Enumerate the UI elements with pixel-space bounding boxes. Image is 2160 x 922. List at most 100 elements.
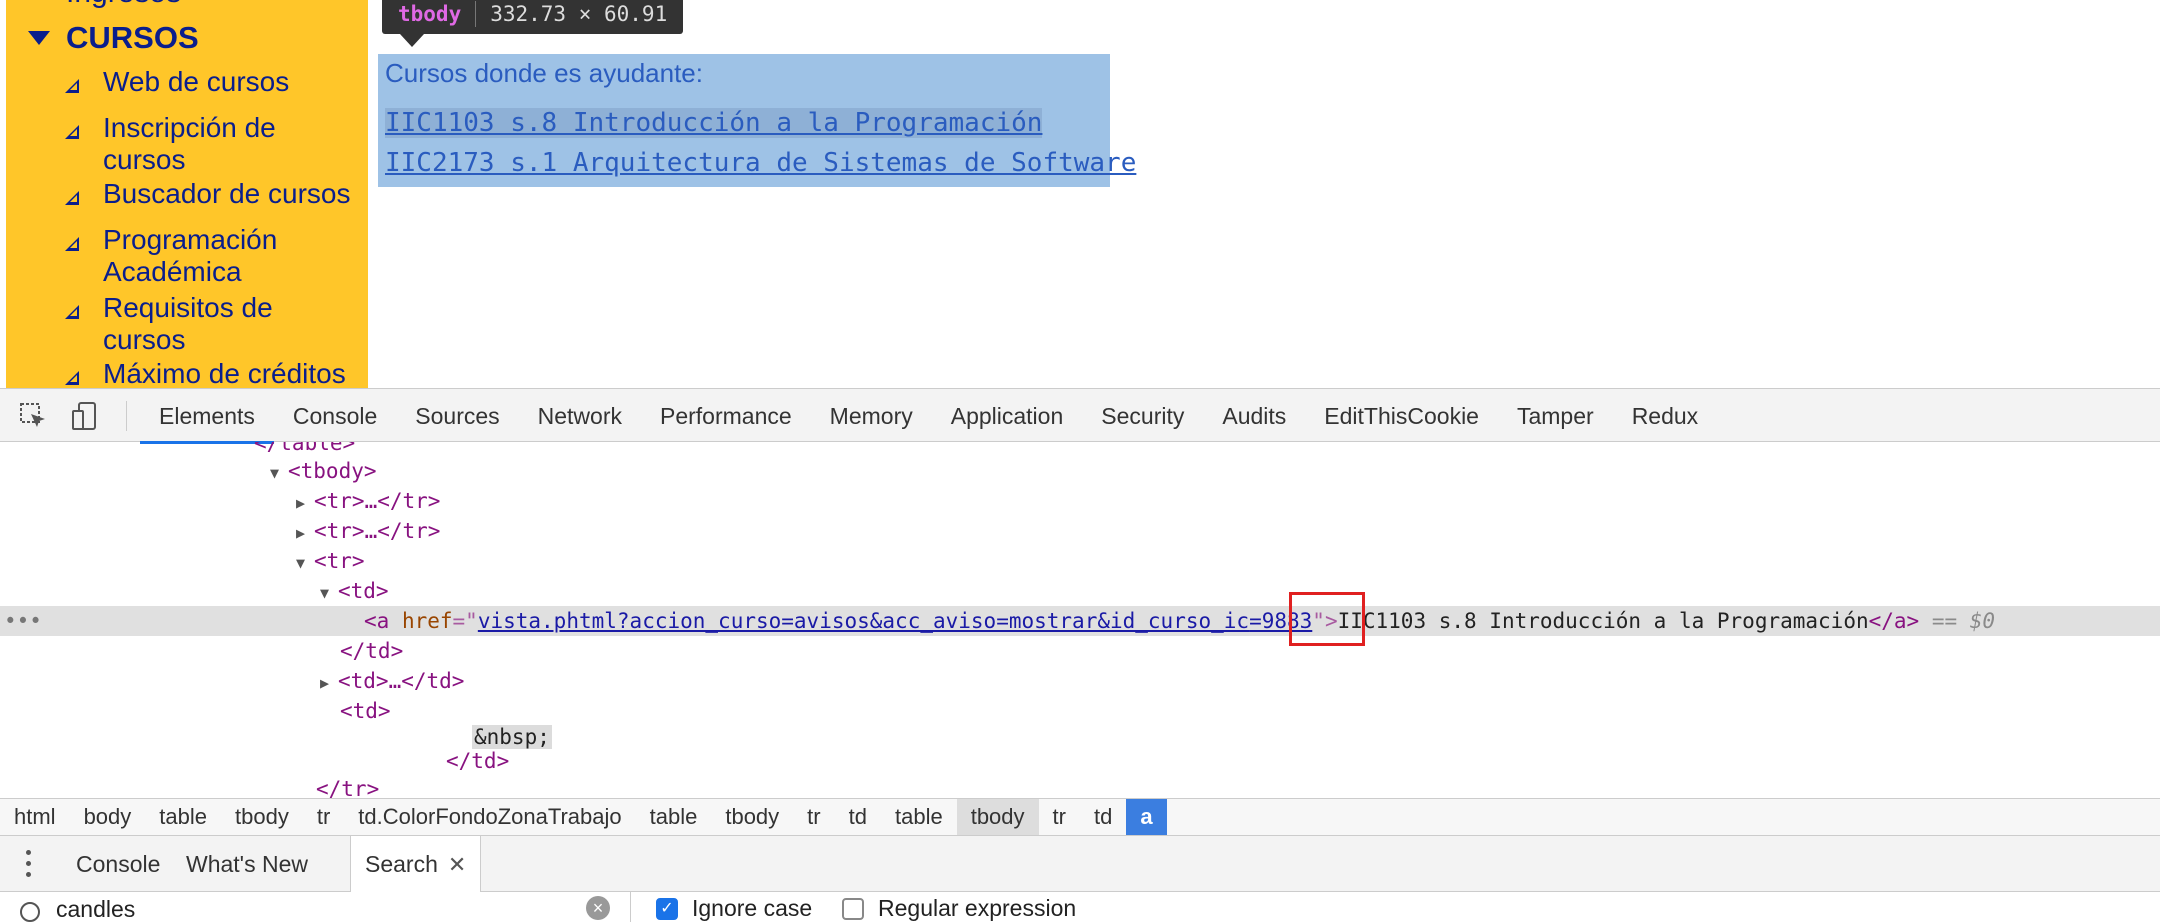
annotation-highlight-box [1289, 592, 1365, 646]
dom-node-td-close[interactable]: </td> [340, 636, 403, 666]
breadcrumb-item-current[interactable]: a [1126, 799, 1167, 835]
dom-node-tr-close[interactable]: </tr> [316, 774, 379, 798]
sidebar-item-label: Web de cursos [103, 66, 290, 97]
breadcrumb-item[interactable]: body [70, 799, 146, 835]
dom-node-tr[interactable]: ▼ <tr> [296, 546, 365, 576]
tab-editthiscookie[interactable]: EditThisCookie [1305, 389, 1498, 443]
breadcrumb-item[interactable]: td [1080, 799, 1126, 835]
close-icon[interactable]: ✕ [448, 852, 466, 877]
breadcrumb-item[interactable]: tr [303, 799, 344, 835]
drawer-tab-console[interactable]: Console [76, 836, 160, 892]
tab-console[interactable]: Console [274, 389, 396, 443]
dom-node-tr[interactable]: ▶ <tr>…</tr> [296, 486, 440, 516]
dom-node-td[interactable]: <td> [340, 696, 391, 726]
tab-audits[interactable]: Audits [1203, 389, 1305, 443]
dom-node-td[interactable]: ▼ <td> [320, 576, 389, 606]
search-panel: candles × ✓ Ignore case Regular expressi… [0, 892, 2160, 922]
ignore-case-label: Ignore case [692, 895, 813, 921]
breadcrumb-item[interactable]: tbody [711, 799, 793, 835]
drawer-tab-search[interactable]: Search ✕ [350, 836, 482, 892]
tooltip-arrow [400, 34, 424, 47]
collapsed-arrow-icon[interactable]: ▶ [296, 488, 314, 518]
collapsed-arrow-icon[interactable]: ▶ [296, 518, 314, 548]
tab-security[interactable]: Security [1082, 389, 1203, 443]
breadcrumb-item[interactable]: tbody [956, 799, 1039, 835]
search-box[interactable]: candles × [0, 892, 631, 922]
sidebar-item-label: Buscador de cursos [103, 178, 351, 209]
tag-text: <td> [338, 579, 389, 603]
course-link[interactable]: IIC2173 s.1 Arquitectura de Sistemas de … [385, 148, 1136, 178]
breadcrumb-item[interactable]: html [0, 799, 70, 835]
tab-elements[interactable]: Elements [140, 389, 274, 444]
dom-node-td[interactable]: ▶ <td>…</td> [320, 666, 464, 696]
search-input[interactable]: candles [56, 896, 135, 922]
tag-text: </tr> [316, 777, 380, 798]
drawer-tab-whats-new[interactable]: What's New [186, 836, 308, 892]
tag-text: <a [364, 609, 390, 633]
dom-node-td-close[interactable]: </td> [446, 746, 509, 776]
sidebar-item-label: Requisitos de cursos [103, 292, 273, 355]
corner-arrow-icon [65, 125, 79, 139]
breadcrumb-item[interactable]: table [636, 799, 712, 835]
breadcrumb: html body table tbody tr td.ColorFondoZo… [0, 798, 2160, 836]
tab-performance[interactable]: Performance [641, 389, 811, 443]
tag-text: </a> [1868, 609, 1920, 633]
sidebar-item-label: Máximo de créditos [103, 358, 346, 388]
sidebar-item-label: Inscripción de cursos [103, 112, 276, 175]
sidebar-item-web-cursos[interactable]: Web de cursos [6, 66, 368, 98]
sidebar-item-buscador[interactable]: Buscador de cursos [6, 178, 368, 210]
attribute-value-link[interactable]: vista.phtml?accion_curso=avisos&acc_avis… [478, 609, 1249, 633]
breadcrumb-item[interactable]: td.ColorFondoZonaTrabajo [344, 799, 635, 835]
inspect-element-icon[interactable] [18, 401, 48, 431]
collapsed-arrow-icon[interactable]: ▶ [320, 668, 338, 698]
tab-sources[interactable]: Sources [396, 389, 518, 443]
sidebar-item-inscripcion[interactable]: Inscripción de cursos [6, 112, 323, 176]
expanded-arrow-icon[interactable]: ▼ [320, 578, 338, 608]
sidebar-item-ingresos[interactable]: Ingresos [66, 0, 181, 10]
corner-arrow-icon [65, 305, 79, 319]
tag-text: </table> [254, 442, 356, 455]
tag-text: <tr> [314, 549, 365, 573]
course-link[interactable]: IIC1103 s.8 Introducción a la Programaci… [385, 108, 1043, 138]
devtools-panel: Elements Console Sources Network Perform… [0, 388, 2160, 922]
tab-memory[interactable]: Memory [811, 389, 932, 443]
device-toolbar-icon[interactable] [70, 401, 100, 431]
sidebar-item-programacion[interactable]: Programación Académica [6, 224, 323, 288]
search-icon [20, 902, 40, 922]
breadcrumb-item[interactable]: tbody [221, 799, 303, 835]
regex-checkbox[interactable] [842, 898, 864, 920]
dom-tree: </table> ▼ <tbody> ▶ <tr>…</tr> ▶ <tr>…</tr… [0, 442, 2160, 798]
triangle-down-icon [28, 31, 50, 45]
dom-node-tr[interactable]: ▶ <tr>…</tr> [296, 516, 440, 546]
breadcrumb-item[interactable]: td [835, 799, 881, 835]
toolbar-divider [126, 401, 127, 431]
tab-redux[interactable]: Redux [1613, 389, 1717, 443]
dom-node-tbody[interactable]: ▼ <tbody> [270, 456, 377, 486]
node-text: IIC1103 s.8 Introducción a la Programaci… [1337, 609, 1869, 633]
tab-application[interactable]: Application [932, 389, 1083, 443]
drawer-tabbar: Console What's New Search ✕ [0, 836, 2160, 892]
breadcrumb-item[interactable]: table [145, 799, 221, 835]
tag-text: </td> [340, 639, 404, 663]
dom-node-anchor-selected[interactable]: ••• <a href="vista.phtml?accion_curso=av… [0, 606, 2160, 636]
breadcrumb-item[interactable]: tr [1039, 799, 1080, 835]
expanded-arrow-icon[interactable]: ▼ [296, 548, 314, 578]
corner-arrow-icon [65, 371, 79, 385]
clear-icon[interactable]: × [586, 896, 610, 920]
more-options-icon[interactable]: ••• [4, 606, 42, 636]
ignore-case-checkbox[interactable]: ✓ [656, 898, 678, 920]
sidebar-item-maximo[interactable]: Máximo de créditos [6, 358, 368, 388]
sidebar-item-requisitos[interactable]: Requisitos de cursos [6, 292, 323, 356]
devtools-tabbar: Elements Console Sources Network Perform… [0, 388, 2160, 444]
sidebar: Ingresos CURSOS Web de cursos Inscripció… [6, 0, 368, 388]
more-tools-icon[interactable] [26, 850, 32, 880]
tag-text: </td> [446, 749, 510, 773]
sidebar-section-cursos[interactable]: CURSOS [28, 18, 199, 58]
attribute-equals: =" [452, 609, 478, 633]
tab-tamper[interactable]: Tamper [1498, 389, 1613, 443]
breadcrumb-item[interactable]: tr [793, 799, 834, 835]
tab-network[interactable]: Network [519, 389, 641, 443]
breadcrumb-item[interactable]: table [881, 799, 957, 835]
sidebar-item-label: Programación Académica [103, 224, 278, 287]
expanded-arrow-icon[interactable]: ▼ [270, 458, 288, 488]
